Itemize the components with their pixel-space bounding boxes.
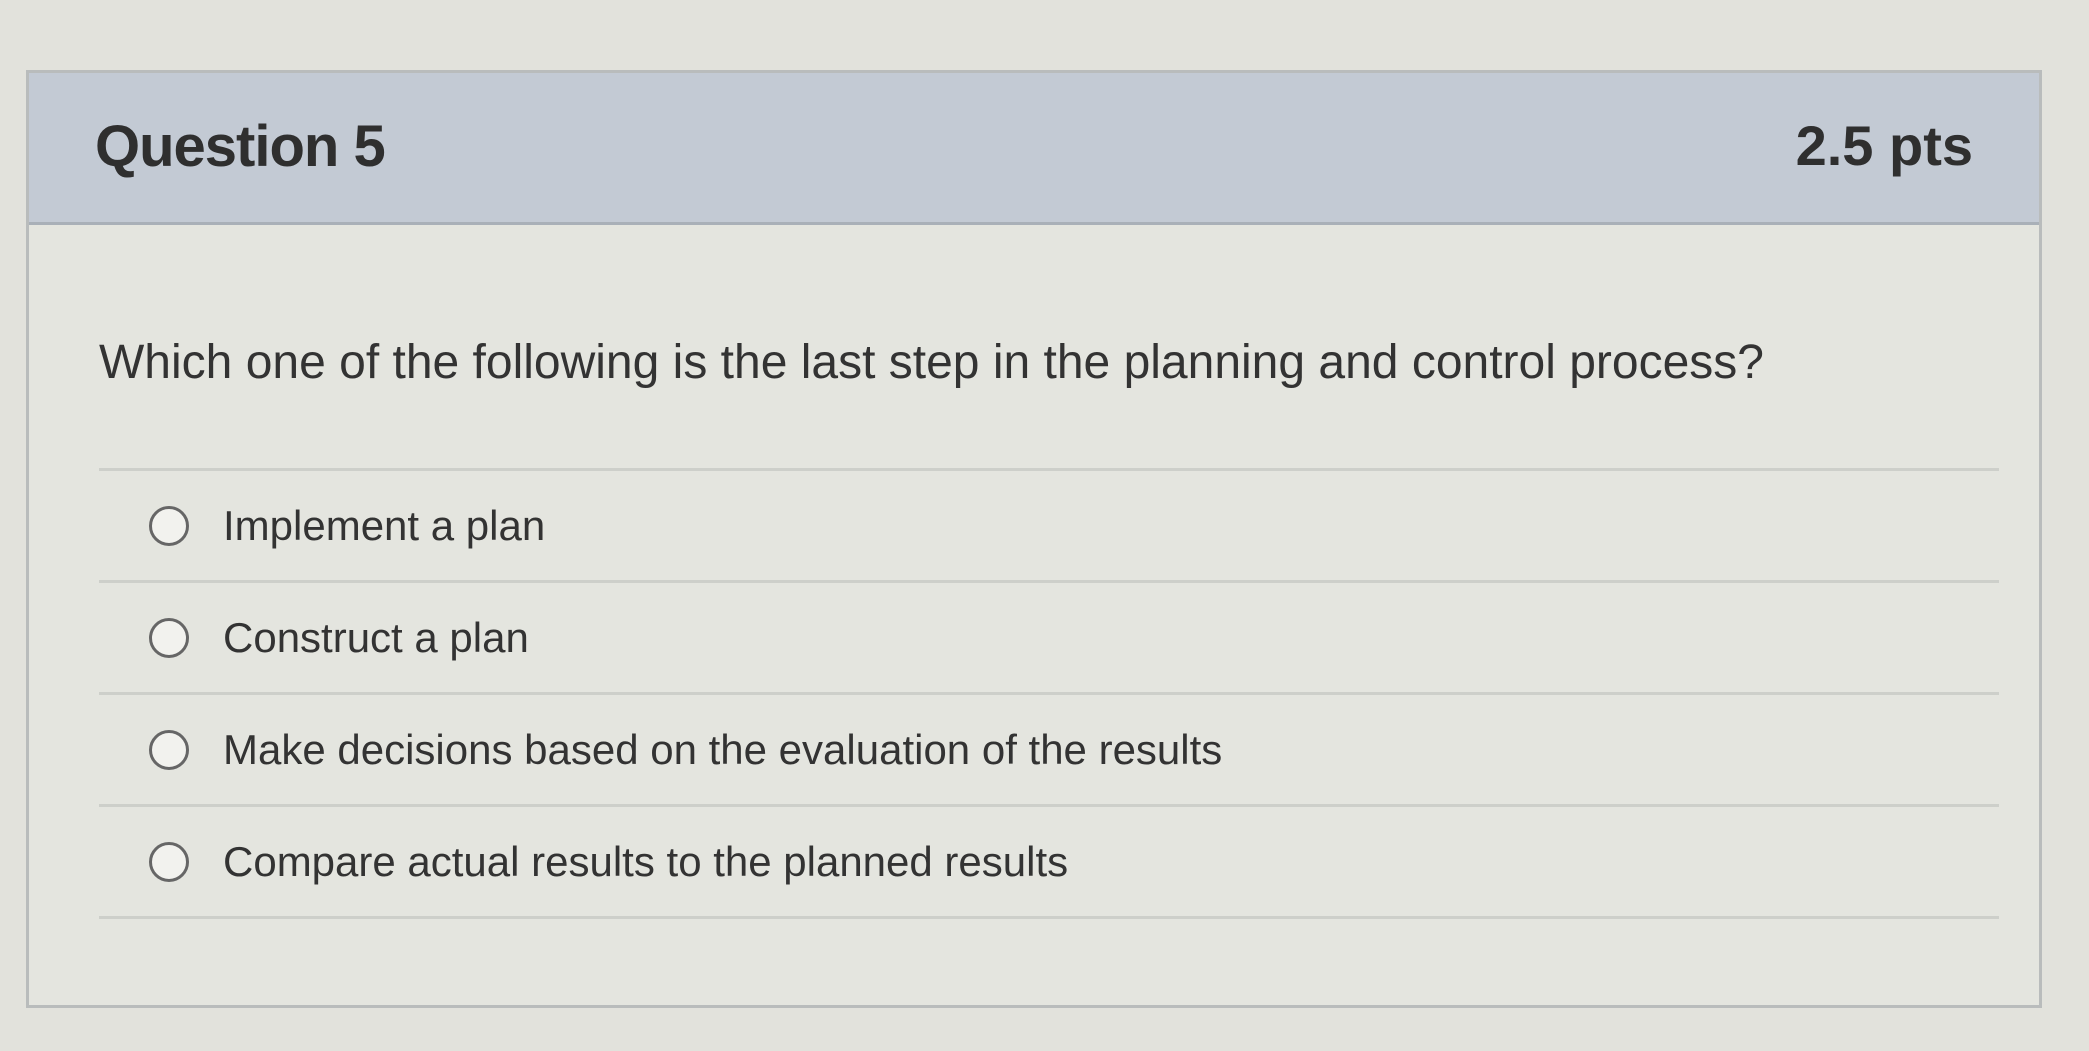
radio-button[interactable] bbox=[149, 617, 189, 658]
radio-button[interactable] bbox=[149, 505, 189, 546]
question-points: 2.5 pts bbox=[1795, 114, 1973, 177]
answer-option-implement-plan[interactable]: Implement a plan bbox=[99, 471, 1999, 583]
radio-button[interactable] bbox=[149, 841, 189, 882]
question-card: Question 5 2.5 pts Which one of the foll… bbox=[26, 70, 2042, 1008]
answer-label: Construct a plan bbox=[223, 613, 529, 661]
answer-option-construct-plan[interactable]: Construct a plan bbox=[99, 583, 1999, 695]
radio-button[interactable] bbox=[149, 729, 189, 770]
question-header: Question 5 2.5 pts bbox=[29, 73, 2039, 225]
answer-label: Implement a plan bbox=[223, 501, 546, 549]
answer-list: Implement a plan Construct a plan Make d… bbox=[99, 468, 1999, 919]
question-title: Question 5 bbox=[95, 114, 386, 179]
answer-option-compare-results[interactable]: Compare actual results to the planned re… bbox=[99, 807, 1999, 919]
answer-label: Compare actual results to the planned re… bbox=[223, 837, 1069, 885]
question-prompt: Which one of the following is the last s… bbox=[99, 336, 1764, 389]
answer-label: Make decisions based on the evaluation o… bbox=[223, 725, 1223, 773]
answer-option-make-decisions[interactable]: Make decisions based on the evaluation o… bbox=[99, 695, 1999, 807]
